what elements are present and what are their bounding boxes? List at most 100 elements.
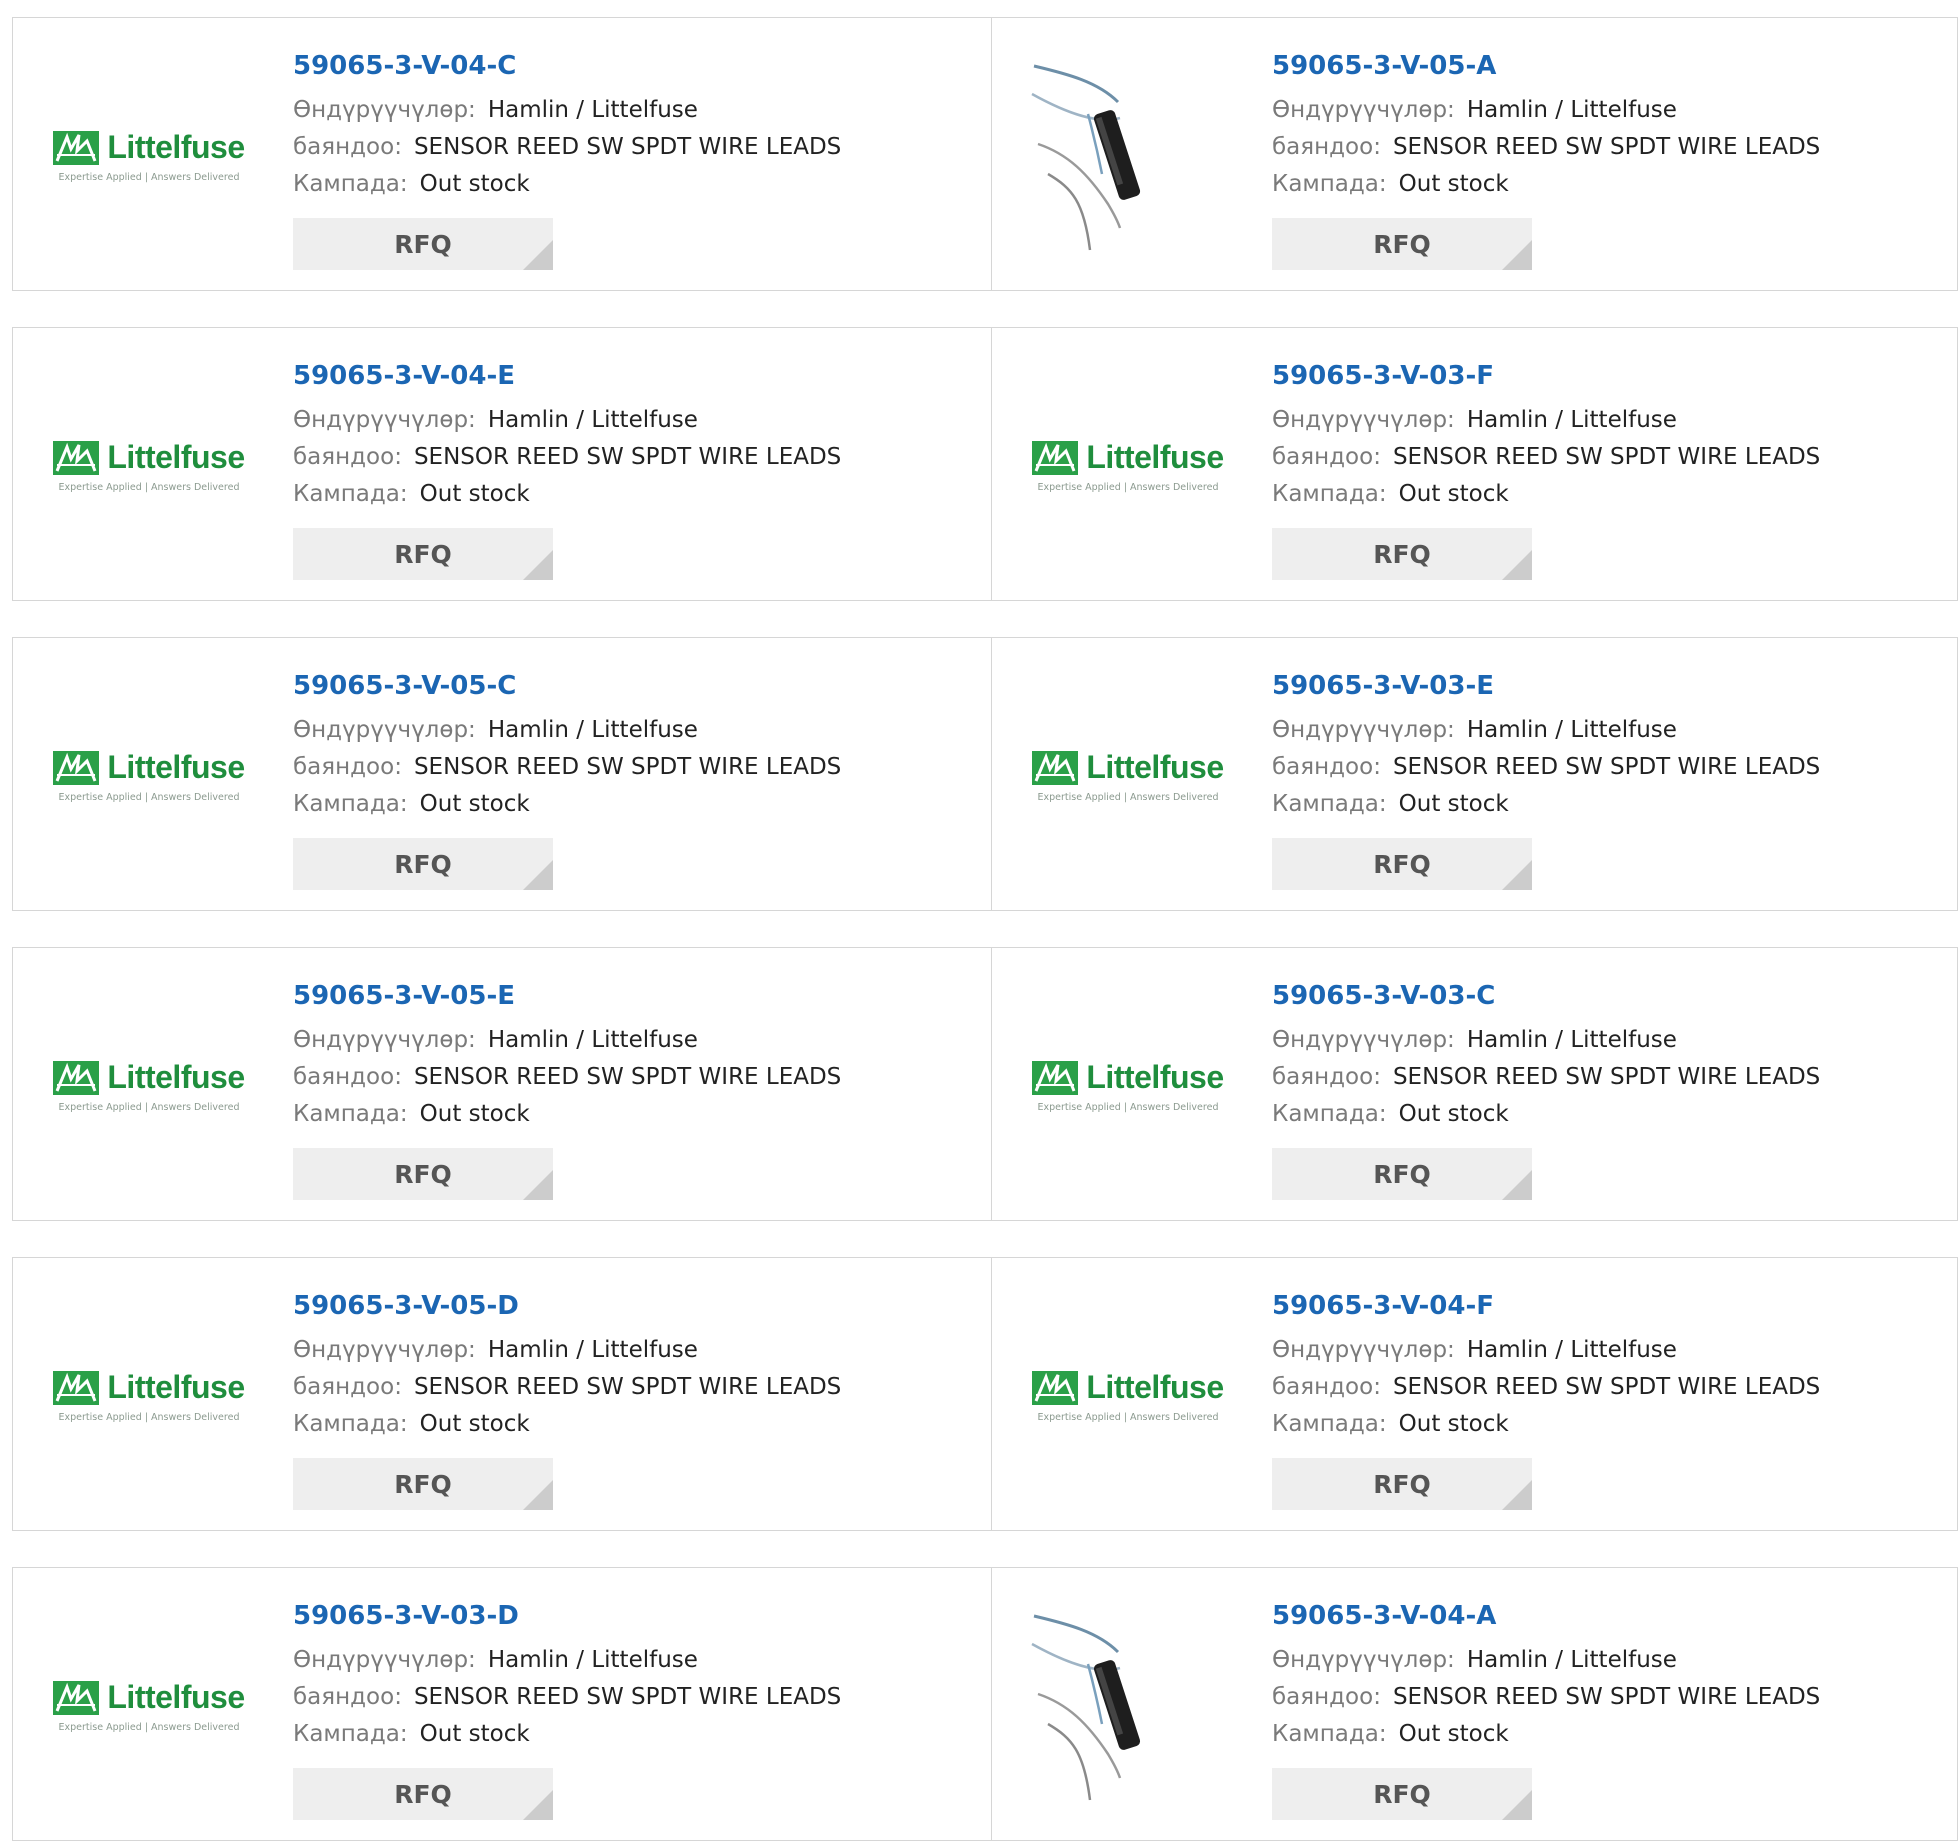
product-image[interactable]: Littelfuse Expertise Applied | Answers De… (49, 366, 249, 566)
product-image[interactable]: Littelfuse Expertise Applied | Answers De… (49, 1296, 249, 1496)
rfq-button[interactable]: RFQ (293, 528, 553, 580)
corner-triangle-icon (1502, 1480, 1532, 1510)
product-card: Littelfuse Expertise Applied | Answers De… (13, 328, 991, 600)
product-image[interactable]: Littelfuse Expertise Applied | Answers De… (49, 1606, 249, 1806)
corner-triangle-icon (523, 550, 553, 580)
product-card: Littelfuse Expertise Applied | Answers De… (13, 948, 991, 1220)
rfq-button[interactable]: RFQ (293, 838, 553, 890)
logo-mark-row: Littelfuse (1032, 749, 1224, 786)
part-number-link[interactable]: 59065-3-V-03-C (1272, 976, 1820, 1016)
logo-wordmark: Littelfuse (107, 1369, 245, 1405)
stock-line: Кампада: Out stock (293, 786, 841, 823)
logo-tagline: Expertise Applied | Answers Delivered (1037, 482, 1219, 493)
rfq-button[interactable]: RFQ (293, 1148, 553, 1200)
product-info: 59065-3-V-05-E Өндүрүүчүлөр: Hamlin / Litt… (293, 976, 841, 1133)
product-image[interactable]: Littelfuse Expertise Applied | Answers De… (1028, 986, 1228, 1186)
part-number-link[interactable]: 59065-3-V-05-D (293, 1286, 841, 1326)
manufacturer-value: Hamlin / Littelfuse (487, 97, 698, 123)
manufacturer-value: Hamlin / Littelfuse (487, 717, 698, 743)
littelfuse-logo-icon (1032, 440, 1079, 475)
rfq-button[interactable]: RFQ (1272, 838, 1532, 890)
product-image[interactable]: Littelfuse Expertise Applied | Answers De… (1028, 366, 1228, 566)
manufacturer-label: Өндүрүүчүлөр: (1272, 1337, 1455, 1363)
part-number-link[interactable]: 59065-3-V-05-A (1272, 46, 1820, 86)
rfq-button[interactable]: RFQ (1272, 1148, 1532, 1200)
reed-sensor-photo (1028, 54, 1228, 258)
product-card: Littelfuse Expertise Applied | Answers De… (991, 328, 1957, 600)
manufacturer-line: Өндүрүүчүлөр: Hamlin / Littelfuse (1272, 1022, 1820, 1059)
product-image[interactable]: Littelfuse Expertise Applied | Answers De… (49, 56, 249, 256)
part-number-link[interactable]: 59065-3-V-05-E (293, 976, 841, 1016)
stock-label: Кампада: (1272, 791, 1387, 817)
stock-value: Out stock (1398, 481, 1509, 507)
manufacturer-label: Өндүрүүчүлөр: (293, 1337, 476, 1363)
stock-value: Out stock (1398, 1411, 1509, 1437)
rfq-button[interactable]: RFQ (1272, 528, 1532, 580)
manufacturer-line: Өндүрүүчүлөр: Hamlin / Littelfuse (293, 1022, 841, 1059)
description-label: баяндоо: (293, 1684, 402, 1710)
description-label: баяндоо: (1272, 1374, 1381, 1400)
manufacturer-label: Өндүрүүчүлөр: (1272, 97, 1455, 123)
manufacturer-label: Өндүрүүчүлөр: (1272, 717, 1455, 743)
product-image[interactable]: Littelfuse Expertise Applied | Answers De… (49, 986, 249, 1186)
stock-label: Кампада: (1272, 1721, 1387, 1747)
product-image[interactable]: Littelfuse Expertise Applied | Answers De… (49, 676, 249, 876)
part-number-link[interactable]: 59065-3-V-04-A (1272, 1596, 1820, 1636)
logo-mark-row: Littelfuse (53, 749, 245, 786)
part-number-link[interactable]: 59065-3-V-03-D (293, 1596, 841, 1636)
rfq-label: RFQ (394, 1779, 452, 1809)
product-card: Littelfuse Expertise Applied | Answers De… (991, 1258, 1957, 1530)
stock-value: Out stock (1398, 1101, 1509, 1127)
manufacturer-value: Hamlin / Littelfuse (1466, 97, 1677, 123)
littelfuse-logo-icon (53, 1680, 100, 1715)
part-number-link[interactable]: 59065-3-V-04-F (1272, 1286, 1820, 1326)
product-card: Littelfuse Expertise Applied | Answers De… (991, 638, 1957, 910)
stock-line: Кампада: Out stock (1272, 786, 1820, 823)
part-number-link[interactable]: 59065-3-V-04-E (293, 356, 841, 396)
product-info: 59065-3-V-03-D Өндүрүүчүлөр: Hamlin / Litt… (293, 1596, 841, 1753)
stock-value: Out stock (419, 1101, 530, 1127)
littelfuse-logo-icon (1032, 1370, 1079, 1405)
reed-sensor-photo (1028, 1604, 1228, 1808)
littelfuse-logo: Littelfuse Expertise Applied | Answers De… (1032, 439, 1224, 493)
logo-mark-row: Littelfuse (53, 1369, 245, 1406)
rfq-button[interactable]: RFQ (1272, 218, 1532, 270)
rfq-button[interactable]: RFQ (293, 1768, 553, 1820)
logo-wordmark: Littelfuse (1086, 439, 1224, 475)
part-number-link[interactable]: 59065-3-V-05-C (293, 666, 841, 706)
description-line: баяндоо: SENSOR REED SW SPDT WIRE LEADS (1272, 1369, 1820, 1406)
product-info: 59065-3-V-04-A Өндүрүүчүлөр: Hamlin / Litt… (1272, 1596, 1820, 1753)
manufacturer-label: Өндүрүүчүлөр: (293, 1647, 476, 1673)
rfq-button[interactable]: RFQ (293, 1458, 553, 1510)
part-number-link[interactable]: 59065-3-V-04-C (293, 46, 841, 86)
rfq-button[interactable]: RFQ (1272, 1458, 1532, 1510)
littelfuse-logo: Littelfuse Expertise Applied | Answers De… (53, 1369, 245, 1423)
description-line: баяндоо: SENSOR REED SW SPDT WIRE LEADS (1272, 1679, 1820, 1716)
product-row: Littelfuse Expertise Applied | Answers De… (12, 637, 1958, 911)
product-info: 59065-3-V-04-E Өндүрүүчүлөр: Hamlin / Litt… (293, 356, 841, 513)
product-image[interactable]: Littelfuse Expertise Applied | Answers De… (1028, 1296, 1228, 1496)
product-image[interactable] (1028, 1606, 1228, 1806)
product-image[interactable]: Littelfuse Expertise Applied | Answers De… (1028, 676, 1228, 876)
corner-triangle-icon (523, 860, 553, 890)
rfq-button[interactable]: RFQ (1272, 1768, 1532, 1820)
product-image[interactable] (1028, 56, 1228, 256)
littelfuse-logo: Littelfuse Expertise Applied | Answers De… (1032, 1369, 1224, 1423)
stock-label: Кампада: (293, 791, 408, 817)
rfq-button[interactable]: RFQ (293, 218, 553, 270)
description-value: SENSOR REED SW SPDT WIRE LEADS (1392, 1064, 1821, 1090)
logo-tagline: Expertise Applied | Answers Delivered (58, 1102, 240, 1113)
description-value: SENSOR REED SW SPDT WIRE LEADS (413, 134, 842, 160)
littelfuse-logo: Littelfuse Expertise Applied | Answers De… (53, 439, 245, 493)
part-number-link[interactable]: 59065-3-V-03-E (1272, 666, 1820, 706)
rfq-label: RFQ (394, 849, 452, 879)
description-value: SENSOR REED SW SPDT WIRE LEADS (1392, 1684, 1821, 1710)
stock-value: Out stock (419, 171, 530, 197)
product-card: Littelfuse Expertise Applied | Answers De… (13, 18, 991, 290)
manufacturer-label: Өндүрүүчүлөр: (1272, 1647, 1455, 1673)
product-info: 59065-3-V-03-F Өндүрүүчүлөр: Hamlin / Litt… (1272, 356, 1820, 513)
manufacturer-line: Өндүрүүчүлөр: Hamlin / Littelfuse (1272, 1642, 1820, 1679)
stock-value: Out stock (1398, 1721, 1509, 1747)
part-number-link[interactable]: 59065-3-V-03-F (1272, 356, 1820, 396)
description-line: баяндоо: SENSOR REED SW SPDT WIRE LEADS (293, 1369, 841, 1406)
